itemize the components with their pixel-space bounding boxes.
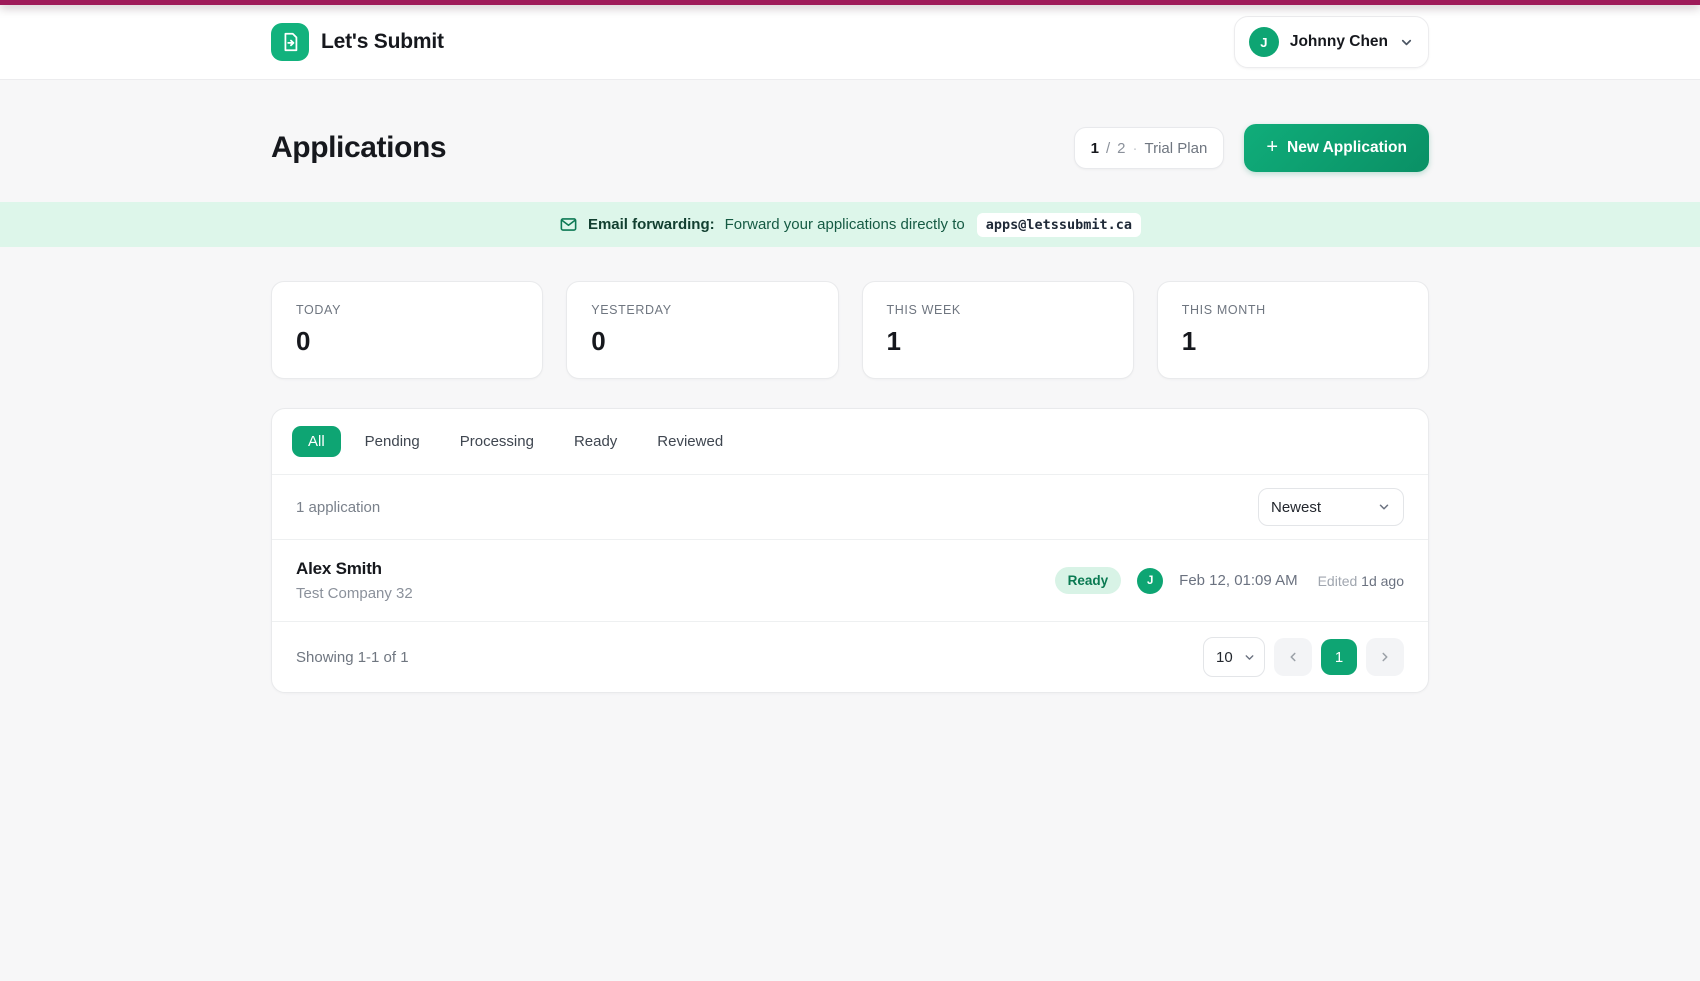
tab-ready[interactable]: Ready — [558, 426, 633, 457]
tab-all[interactable]: All — [292, 426, 341, 457]
chevron-down-icon — [1243, 651, 1256, 664]
stat-label: THIS MONTH — [1182, 303, 1404, 317]
application-row[interactable]: Alex Smith Test Company 32 Ready J Feb 1… — [272, 540, 1428, 622]
brand-logo[interactable]: Let's Submit — [271, 23, 444, 61]
stat-value: 0 — [591, 326, 813, 357]
page-size-value: 10 — [1216, 649, 1233, 666]
next-page-button[interactable] — [1366, 638, 1404, 676]
user-avatar: J — [1249, 27, 1279, 57]
pagination-footer: Showing 1-1 of 1 10 1 — [272, 622, 1428, 692]
new-application-label: New Application — [1287, 139, 1407, 157]
page-1-button[interactable]: 1 — [1321, 639, 1357, 675]
page-title-row: Applications 1 / 2 · Trial Plan + New Ap… — [271, 80, 1429, 202]
plan-dot: · — [1133, 140, 1138, 157]
stat-card-yesterday: YESTERDAY 0 — [566, 281, 838, 379]
forwarding-email[interactable]: apps@letssubmit.ca — [977, 213, 1141, 237]
sort-select-value: Newest — [1271, 499, 1321, 516]
applicant-info: Alex Smith Test Company 32 — [296, 559, 413, 602]
banner-text: Forward your applications directly to — [725, 216, 965, 233]
plan-used-count: 1 — [1091, 140, 1099, 157]
stats-row: TODAY 0 YESTERDAY 0 THIS WEEK 1 THIS MON… — [271, 281, 1429, 379]
brand-name: Let's Submit — [321, 30, 444, 54]
stat-card-this-week: THIS WEEK 1 — [862, 281, 1134, 379]
edited-label: Edited — [1318, 573, 1358, 589]
chevron-down-icon — [1377, 500, 1391, 514]
document-arrow-icon — [271, 23, 309, 61]
applications-card: All Pending Processing Ready Reviewed 1 … — [271, 408, 1429, 693]
tab-processing[interactable]: Processing — [444, 426, 550, 457]
stat-value: 1 — [1182, 326, 1404, 357]
list-header: 1 application Newest — [272, 475, 1428, 540]
mail-icon — [559, 215, 578, 234]
application-count: 1 application — [296, 499, 380, 516]
status-tabs: All Pending Processing Ready Reviewed — [272, 409, 1428, 475]
stat-card-today: TODAY 0 — [271, 281, 543, 379]
stat-card-this-month: THIS MONTH 1 — [1157, 281, 1429, 379]
chevron-left-icon — [1286, 650, 1300, 664]
tab-pending[interactable]: Pending — [349, 426, 436, 457]
user-menu[interactable]: J Johnny Chen — [1234, 16, 1429, 68]
user-name: Johnny Chen — [1290, 33, 1388, 51]
plus-icon: + — [1266, 137, 1278, 157]
stat-label: YESTERDAY — [591, 303, 813, 317]
prev-page-button[interactable] — [1274, 638, 1312, 676]
new-application-button[interactable]: + New Application — [1244, 124, 1429, 172]
stat-value: 0 — [296, 326, 518, 357]
plan-usage-pill: 1 / 2 · Trial Plan — [1074, 127, 1225, 169]
edited-ago: 1d ago — [1361, 573, 1404, 589]
pagination-summary: Showing 1-1 of 1 — [296, 649, 409, 666]
status-badge: Ready — [1055, 567, 1122, 594]
applicant-name: Alex Smith — [296, 559, 413, 579]
tab-reviewed[interactable]: Reviewed — [641, 426, 739, 457]
page-size-select[interactable]: 10 — [1203, 637, 1265, 677]
stat-label: TODAY — [296, 303, 518, 317]
page-title: Applications — [271, 131, 446, 165]
sort-select[interactable]: Newest — [1258, 488, 1404, 526]
applicant-company: Test Company 32 — [296, 585, 413, 602]
edited-timestamp: Edited 1d ago — [1318, 573, 1404, 589]
plan-total-count: 2 — [1117, 140, 1125, 157]
plan-separator: / — [1106, 140, 1110, 157]
assignee-avatar: J — [1137, 568, 1163, 594]
application-date: Feb 12, 01:09 AM — [1179, 572, 1297, 589]
top-accent-bar — [0, 0, 1700, 5]
email-forwarding-banner: Email forwarding: Forward your applicati… — [0, 202, 1700, 247]
plan-label: Trial Plan — [1145, 140, 1208, 157]
app-header: Let's Submit J Johnny Chen — [0, 5, 1700, 80]
banner-bold-text: Email forwarding: — [588, 216, 715, 233]
chevron-right-icon — [1378, 650, 1392, 664]
stat-value: 1 — [887, 326, 1109, 357]
chevron-down-icon — [1399, 35, 1414, 50]
stat-label: THIS WEEK — [887, 303, 1109, 317]
